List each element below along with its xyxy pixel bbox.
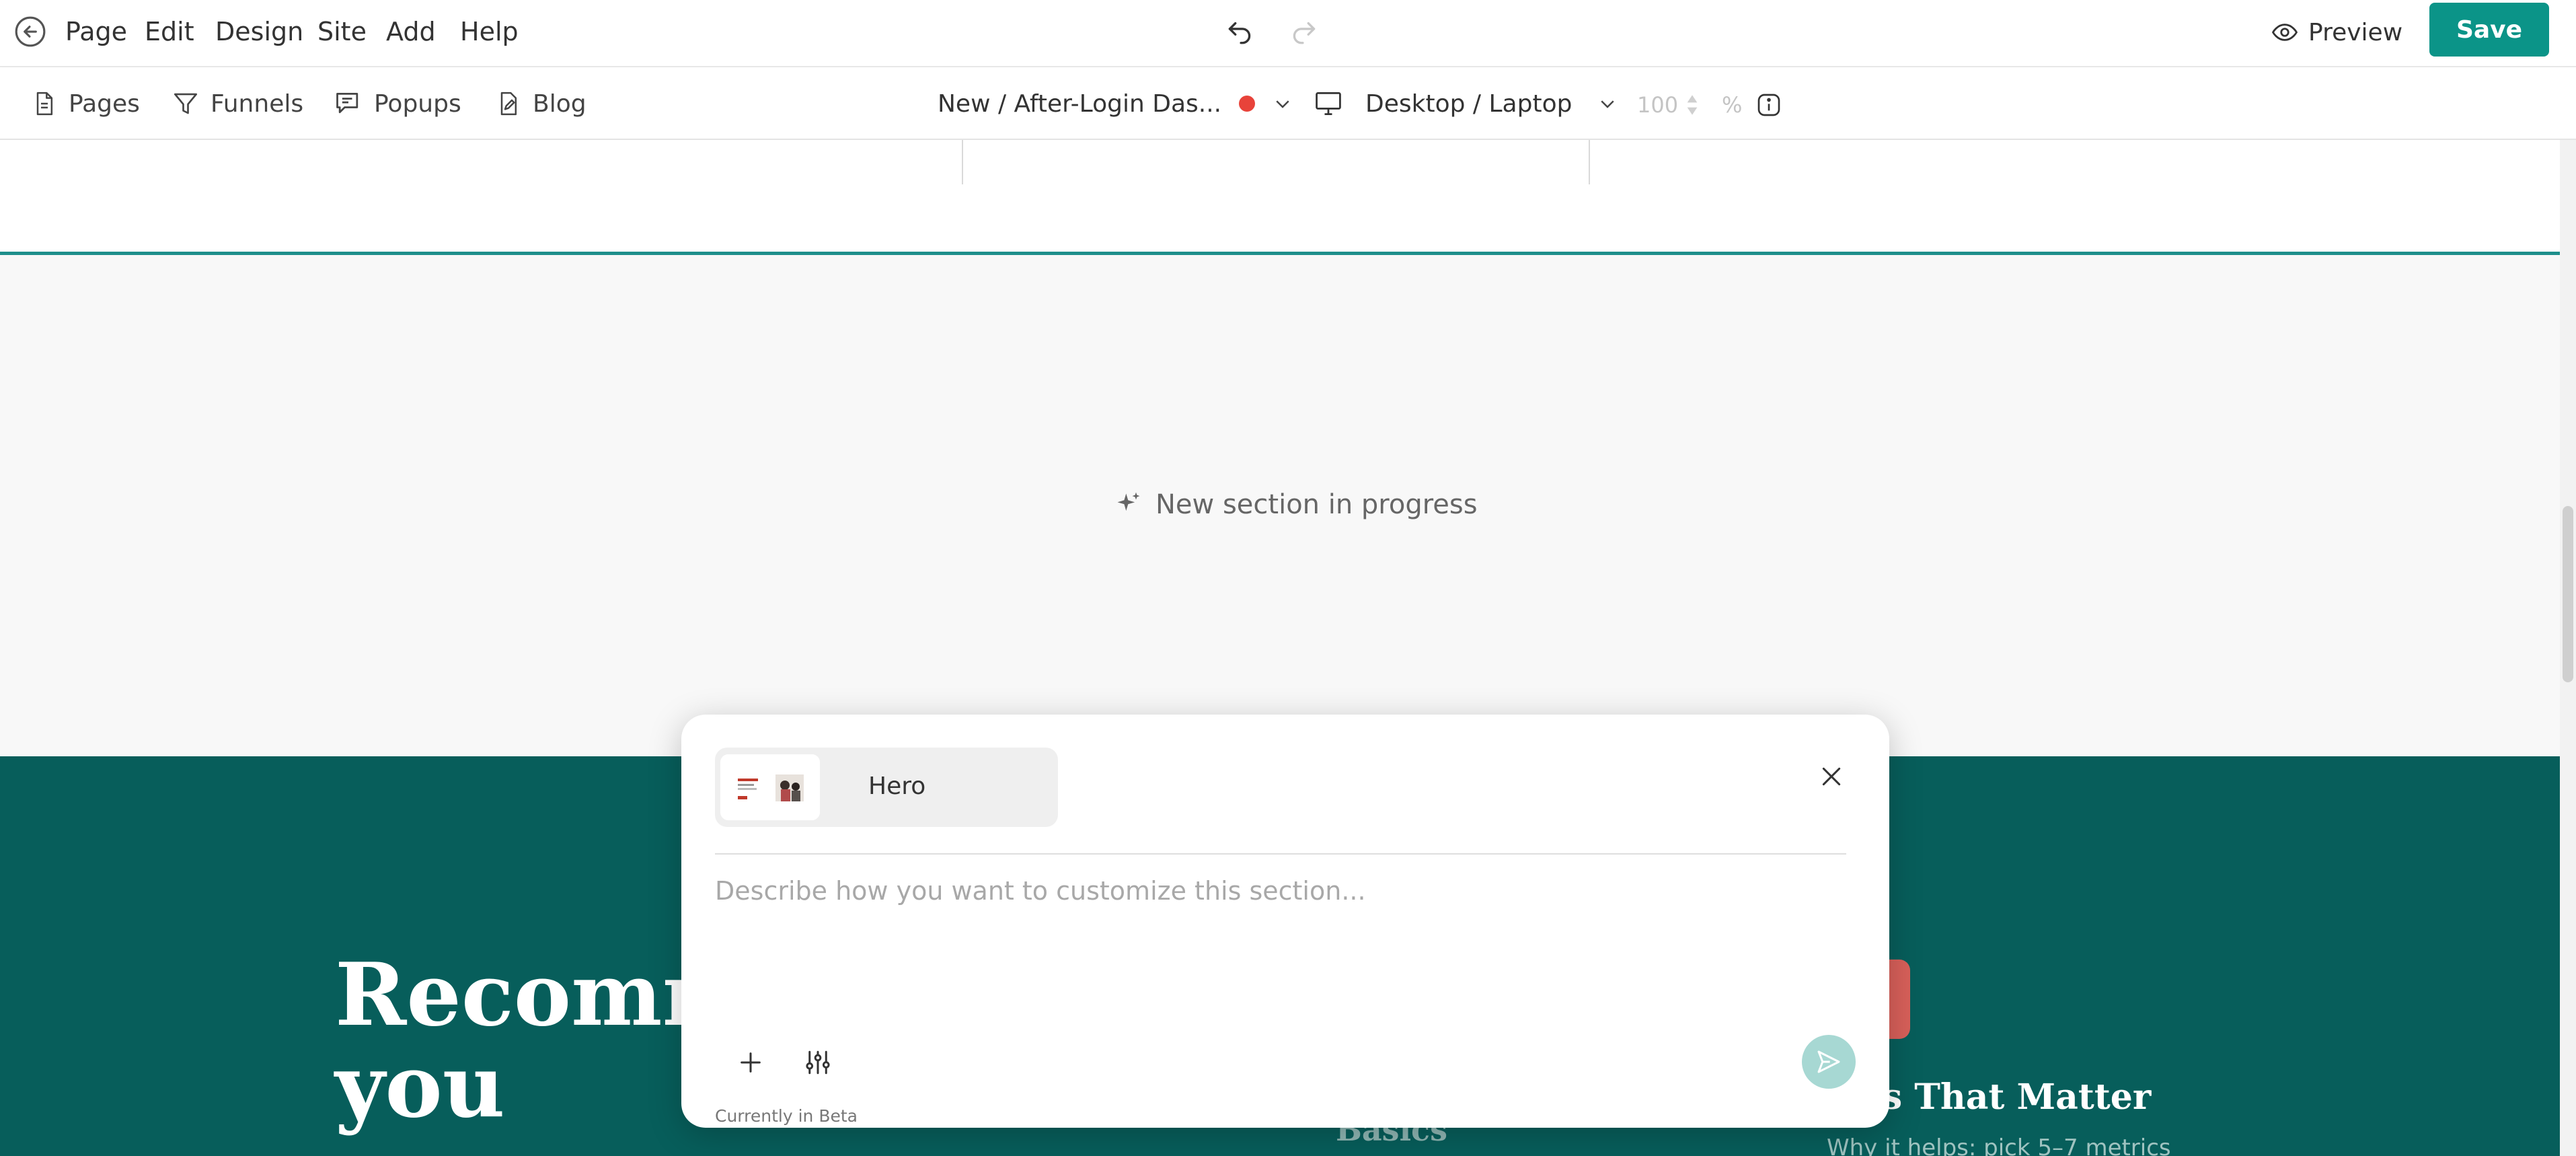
hero-title-line2: you [335, 1036, 505, 1137]
info-icon[interactable] [1755, 92, 1782, 118]
section-chip-label: Hero [868, 772, 926, 800]
sparkle-icon [1114, 490, 1143, 519]
zoom-unit: % [1722, 86, 1782, 124]
preview-button[interactable]: Preview [2271, 8, 2402, 57]
prompt-input[interactable] [715, 876, 1845, 957]
eye-icon [2271, 18, 2299, 46]
chevron-down-icon [1597, 94, 1618, 114]
modal-divider [715, 853, 1846, 855]
tab-popups-label: Popups [374, 89, 461, 118]
sliders-icon[interactable] [793, 1038, 843, 1087]
tab-pages-label: Pages [69, 89, 140, 118]
tab-blog[interactable]: Blog [495, 85, 586, 122]
progress-text: New section in progress [1156, 489, 1478, 520]
hero-thumbnail [720, 754, 820, 820]
menu-help[interactable]: Help [460, 15, 519, 48]
top-menu-bar: Page Edit Design Site Add Help Preview S… [0, 0, 2576, 67]
tab-pages[interactable]: Pages [31, 85, 140, 122]
chevron-down-icon [1273, 94, 1293, 114]
funnel-icon [172, 89, 200, 118]
ai-customize-dialog: Hero Currently in Beta [681, 715, 1889, 1128]
send-icon [1815, 1048, 1842, 1075]
tab-funnels-label: Funnels [211, 89, 304, 118]
device-label: Desktop / Laptop [1365, 89, 1573, 118]
tab-funnels[interactable]: Funnels [172, 85, 303, 122]
zoom-input[interactable]: 100 [1637, 86, 1700, 124]
redo-icon[interactable] [1287, 13, 1321, 47]
tab-blog-label: Blog [533, 89, 586, 118]
card-description: Why it helps: pick 5–7 metrics [1827, 1134, 2171, 1156]
beta-note: Currently in Beta [715, 1106, 858, 1126]
menu-edit[interactable]: Edit [145, 15, 194, 48]
desktop-monitor-icon [1312, 89, 1345, 118]
stepper-arrows-icon[interactable] [1685, 90, 1700, 120]
document-icon [31, 89, 58, 118]
editor-subbar: Pages Funnels Popups Blog New / After-Lo… [0, 67, 2576, 140]
column-divider [1589, 140, 1590, 184]
preview-label: Preview [2308, 18, 2403, 46]
save-button[interactable]: Save [2429, 3, 2549, 57]
zoom-unit-label: % [1722, 92, 1743, 118]
progress-indicator: New section in progress [1114, 486, 1478, 523]
menu-add[interactable]: Add [386, 15, 436, 48]
section-chip-hero[interactable]: Hero [715, 748, 1058, 827]
menu-site[interactable]: Site [317, 15, 367, 48]
scrollbar-thumb[interactable] [2563, 506, 2573, 682]
menu-design[interactable]: Design [215, 15, 303, 48]
popup-icon [334, 89, 363, 118]
zoom-value: 100 [1637, 92, 1679, 118]
plus-icon[interactable] [726, 1038, 775, 1087]
current-page-name: New / After-Login Das... [938, 89, 1222, 118]
undo-icon[interactable] [1223, 13, 1256, 47]
tab-popups[interactable]: Popups [334, 85, 461, 122]
device-selector[interactable]: Desktop / Laptop [1312, 85, 1618, 122]
page-selector[interactable]: New / After-Login Das... [938, 85, 1293, 122]
canvas-previous-section [0, 140, 2560, 253]
back-arrow-circle-icon[interactable] [13, 15, 47, 48]
menu-page[interactable]: Page [65, 15, 127, 48]
send-button[interactable] [1802, 1035, 1856, 1089]
blog-icon [495, 89, 522, 118]
close-icon[interactable] [1814, 759, 1849, 794]
column-divider [962, 140, 963, 184]
unsaved-indicator [1239, 96, 1256, 112]
